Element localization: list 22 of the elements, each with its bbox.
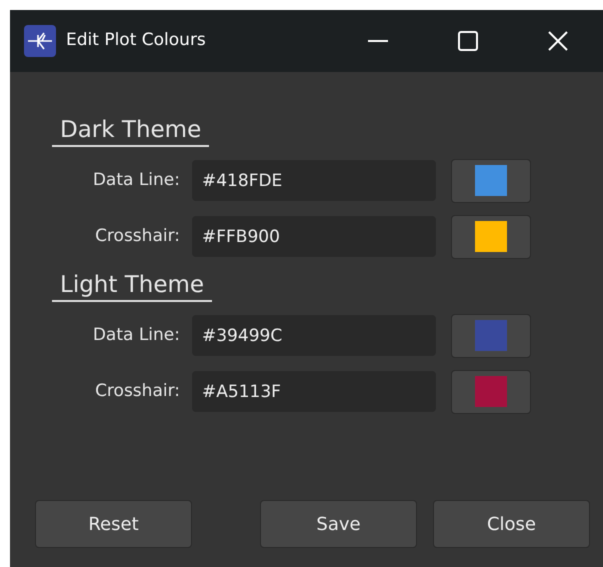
color-field[interactable]: #39499C bbox=[192, 315, 436, 356]
field-label: Crosshair: bbox=[94, 225, 181, 248]
dialog-button[interactable]: Reset bbox=[35, 500, 192, 548]
app-icon bbox=[24, 25, 56, 57]
color-picker-button[interactable] bbox=[451, 314, 531, 358]
dialog-button[interactable]: Save bbox=[260, 500, 417, 548]
field-label: Data Line: bbox=[92, 324, 181, 347]
dialog-button[interactable]: Close bbox=[433, 500, 590, 548]
color-picker-button[interactable] bbox=[451, 370, 531, 414]
maximize-icon bbox=[457, 30, 479, 52]
color-field[interactable]: #A5113F bbox=[192, 371, 436, 412]
section-heading: Light Theme bbox=[52, 270, 212, 302]
color-field[interactable]: #FFB900 bbox=[192, 216, 436, 258]
field-label: Data Line: bbox=[92, 169, 181, 192]
minimize-icon bbox=[368, 40, 388, 42]
color-picker-button[interactable] bbox=[451, 214, 531, 259]
color-picker-button[interactable] bbox=[451, 158, 531, 203]
section-heading: Dark Theme bbox=[52, 116, 210, 147]
field-label: Crosshair: bbox=[94, 380, 181, 403]
close-icon bbox=[547, 30, 569, 52]
window-title: Edit Plot Colours bbox=[66, 29, 206, 52]
color-field[interactable]: #418FDE bbox=[192, 160, 436, 202]
